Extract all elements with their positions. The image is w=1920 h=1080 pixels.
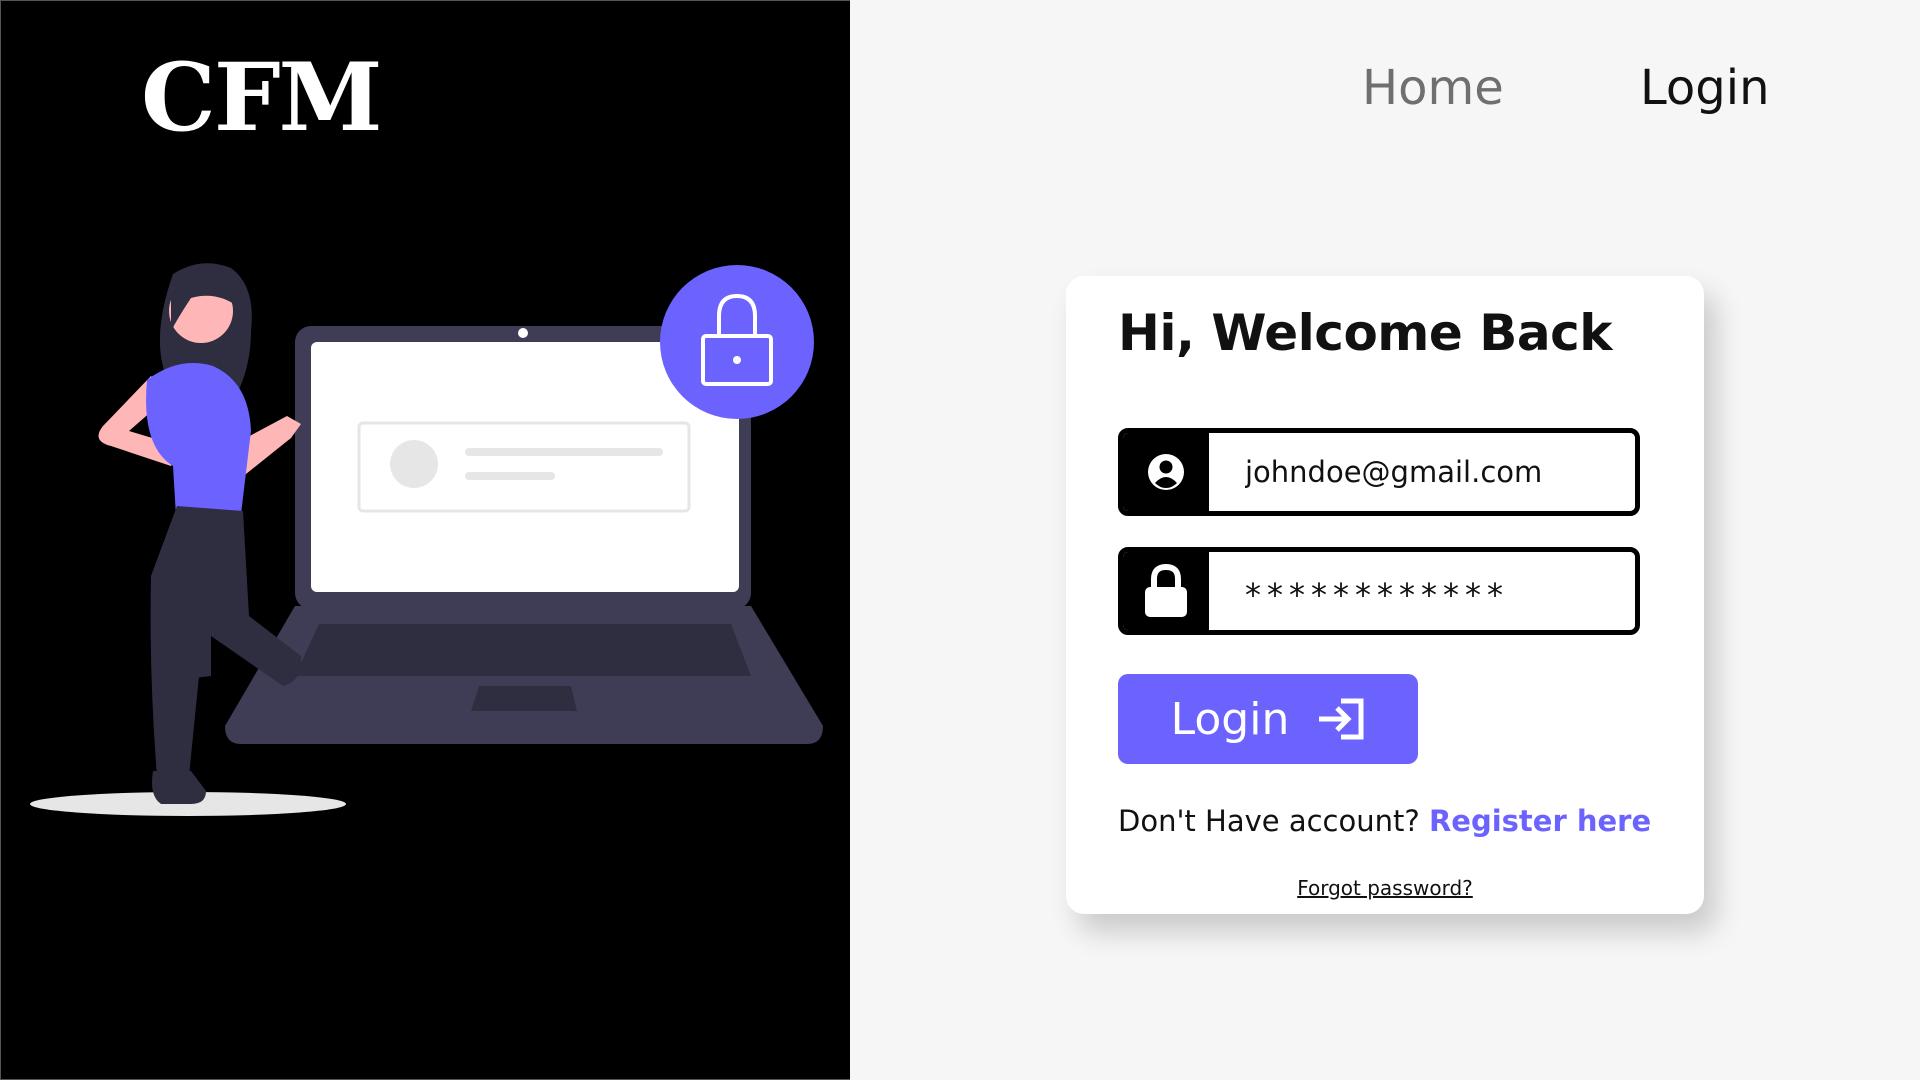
nav-home-link[interactable]: Home xyxy=(1362,60,1504,116)
email-field[interactable] xyxy=(1118,428,1640,516)
forgot-password-link[interactable]: Forgot password? xyxy=(1066,876,1704,900)
password-field[interactable]: ************ xyxy=(1118,547,1640,635)
email-input[interactable] xyxy=(1209,433,1635,511)
password-icon-box xyxy=(1123,552,1209,630)
laptop-touchpad xyxy=(471,686,577,711)
laptop-camera xyxy=(518,328,528,338)
sign-in-icon xyxy=(1319,698,1364,740)
register-prompt-text: Don't Have account? xyxy=(1118,804,1420,838)
padlock-badge-icon xyxy=(660,265,814,419)
padlock-keyhole xyxy=(733,356,741,364)
login-illustration xyxy=(30,263,823,816)
brand-logo[interactable]: CFM xyxy=(141,43,383,153)
register-link[interactable]: Register here xyxy=(1429,804,1651,838)
user-circle-icon xyxy=(1148,454,1184,490)
login-card-title: Hi, Welcome Back xyxy=(1118,304,1612,362)
login-button[interactable]: Login xyxy=(1118,674,1418,764)
email-icon-box xyxy=(1123,433,1209,511)
register-prompt: Don't Have account? Register here xyxy=(1118,804,1651,838)
lock-icon xyxy=(1145,563,1187,617)
login-button-label: Login xyxy=(1170,693,1290,745)
laptop-keyboard xyxy=(295,624,751,676)
left-panel: CFM xyxy=(0,0,850,1080)
woman-shirt xyxy=(146,363,251,521)
screen-line-1 xyxy=(465,448,663,456)
nav-login-link[interactable]: Login xyxy=(1640,60,1770,116)
password-input[interactable]: ************ xyxy=(1209,552,1635,630)
login-card: Hi, Welcome Back ************ Login xyxy=(1066,276,1704,914)
screen-avatar-placeholder xyxy=(390,440,438,488)
woman-shoe xyxy=(152,771,206,804)
screen-line-2 xyxy=(465,472,555,480)
